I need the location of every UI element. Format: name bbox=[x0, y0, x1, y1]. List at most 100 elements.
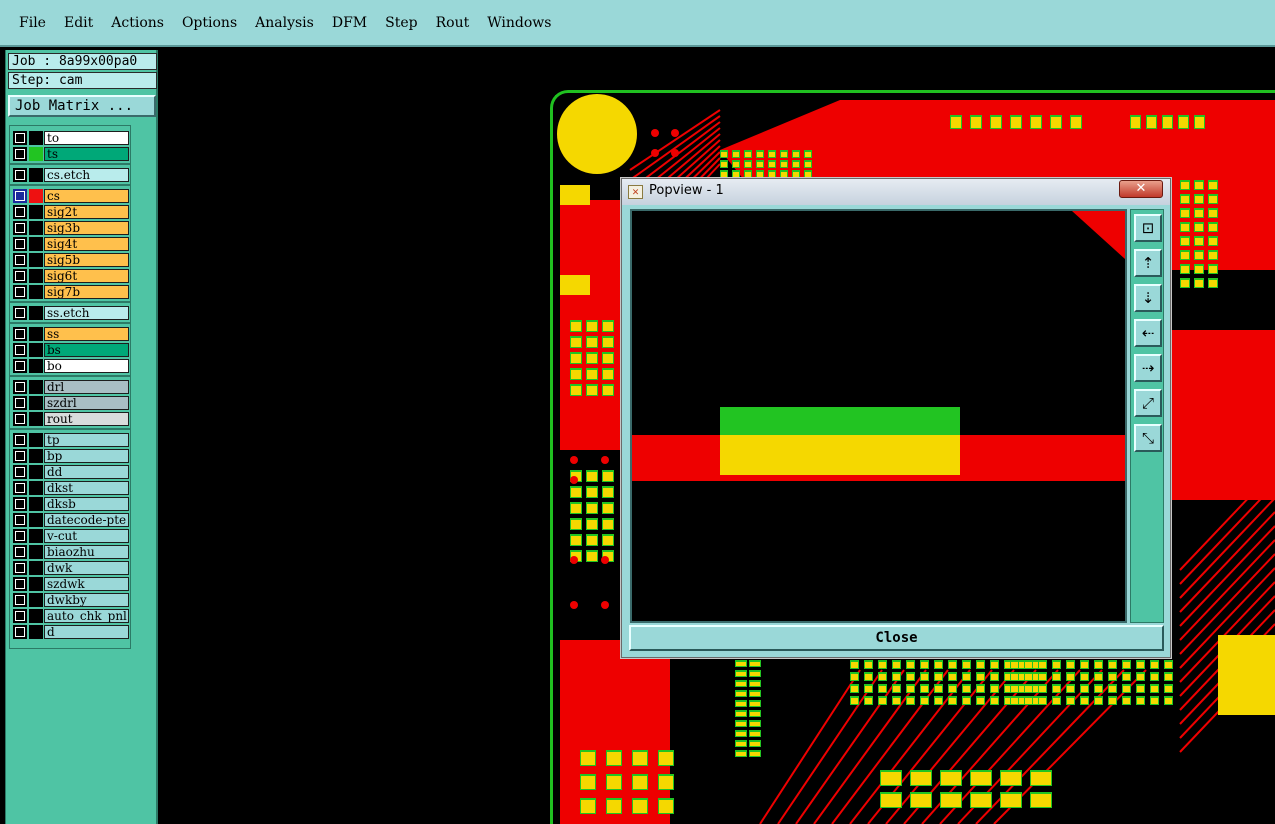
layer-color-swatch[interactable] bbox=[29, 189, 43, 203]
layer-name[interactable]: ss bbox=[44, 327, 129, 341]
pan-up-button[interactable]: ⇡ bbox=[1134, 249, 1162, 277]
layer-row-ss.etch[interactable]: ss.etch bbox=[13, 306, 129, 320]
layer-row-bo[interactable]: bo bbox=[13, 359, 129, 373]
layer-checkbox[interactable] bbox=[13, 343, 27, 357]
layer-color-swatch[interactable] bbox=[29, 237, 43, 251]
zoom-window-button[interactable]: ⊡ bbox=[1134, 214, 1162, 242]
menu-analysis[interactable]: Analysis bbox=[246, 15, 323, 31]
layer-color-swatch[interactable] bbox=[29, 481, 43, 495]
layer-name[interactable]: bs bbox=[44, 343, 129, 357]
layer-name[interactable]: drl bbox=[44, 380, 129, 394]
layer-name[interactable]: sig2t bbox=[44, 205, 129, 219]
layer-checkbox[interactable] bbox=[13, 189, 27, 203]
layer-color-swatch[interactable] bbox=[29, 449, 43, 463]
layer-checkbox[interactable] bbox=[13, 237, 27, 251]
layer-name[interactable]: dksb bbox=[44, 497, 129, 511]
layer-row-bs[interactable]: bs bbox=[13, 343, 129, 357]
layer-checkbox[interactable] bbox=[13, 412, 27, 426]
layer-row-dksb[interactable]: dksb bbox=[13, 497, 129, 511]
layer-row-cs.etch[interactable]: cs.etch bbox=[13, 168, 129, 182]
zoom-out-button[interactable]: ⤡ bbox=[1134, 424, 1162, 452]
layer-row-sig7b[interactable]: sig7b bbox=[13, 285, 129, 299]
layer-color-swatch[interactable] bbox=[29, 205, 43, 219]
layer-row-datecode-pte[interactable]: datecode-pte bbox=[13, 513, 129, 527]
layer-checkbox[interactable] bbox=[13, 449, 27, 463]
layer-color-swatch[interactable] bbox=[29, 433, 43, 447]
layer-name[interactable]: dwk bbox=[44, 561, 129, 575]
menu-file[interactable]: File bbox=[10, 15, 55, 31]
layer-color-swatch[interactable] bbox=[29, 327, 43, 341]
layer-color-swatch[interactable] bbox=[29, 513, 43, 527]
layer-row-sig5b[interactable]: sig5b bbox=[13, 253, 129, 267]
layer-row-dwk[interactable]: dwk bbox=[13, 561, 129, 575]
menu-actions[interactable]: Actions bbox=[102, 15, 173, 31]
layer-row-szdrl[interactable]: szdrl bbox=[13, 396, 129, 410]
layer-checkbox[interactable] bbox=[13, 593, 27, 607]
layer-name[interactable]: cs bbox=[44, 189, 129, 203]
layer-checkbox[interactable] bbox=[13, 285, 27, 299]
layer-row-biaozhu[interactable]: biaozhu bbox=[13, 545, 129, 559]
layer-row-tp[interactable]: tp bbox=[13, 433, 129, 447]
layer-color-swatch[interactable] bbox=[29, 131, 43, 145]
layer-color-swatch[interactable] bbox=[29, 497, 43, 511]
layer-checkbox[interactable] bbox=[13, 269, 27, 283]
layer-color-swatch[interactable] bbox=[29, 561, 43, 575]
layer-row-sig4t[interactable]: sig4t bbox=[13, 237, 129, 251]
layer-color-swatch[interactable] bbox=[29, 465, 43, 479]
menu-options[interactable]: Options bbox=[173, 15, 246, 31]
layer-name[interactable]: szdrl bbox=[44, 396, 129, 410]
layer-name[interactable]: sig4t bbox=[44, 237, 129, 251]
layer-color-swatch[interactable] bbox=[29, 625, 43, 639]
pan-right-button[interactable]: ⇢ bbox=[1134, 354, 1162, 382]
pan-left-button[interactable]: ⇠ bbox=[1134, 319, 1162, 347]
layer-name[interactable]: dwkby bbox=[44, 593, 129, 607]
layer-row-v-cut[interactable]: v-cut bbox=[13, 529, 129, 543]
layer-row-auto_chk_pnl[interactable]: auto_chk_pnl bbox=[13, 609, 129, 623]
layer-color-swatch[interactable] bbox=[29, 380, 43, 394]
pan-down-button[interactable]: ⇣ bbox=[1134, 284, 1162, 312]
layer-color-swatch[interactable] bbox=[29, 609, 43, 623]
layer-name[interactable]: to bbox=[44, 131, 129, 145]
popview-viewport[interactable] bbox=[630, 209, 1127, 623]
layer-row-bp[interactable]: bp bbox=[13, 449, 129, 463]
layer-checkbox[interactable] bbox=[13, 609, 27, 623]
layer-name[interactable]: ts bbox=[44, 147, 129, 161]
menu-step[interactable]: Step bbox=[376, 15, 426, 31]
layer-checkbox[interactable] bbox=[13, 396, 27, 410]
layer-checkbox[interactable] bbox=[13, 147, 27, 161]
layer-checkbox[interactable] bbox=[13, 380, 27, 394]
job-matrix-button[interactable]: Job Matrix ... bbox=[8, 95, 156, 117]
layer-row-sig2t[interactable]: sig2t bbox=[13, 205, 129, 219]
layer-checkbox[interactable] bbox=[13, 221, 27, 235]
layer-row-dkst[interactable]: dkst bbox=[13, 481, 129, 495]
layer-checkbox[interactable] bbox=[13, 327, 27, 341]
layer-color-swatch[interactable] bbox=[29, 306, 43, 320]
menu-dfm[interactable]: DFM bbox=[323, 15, 376, 31]
layer-row-ss[interactable]: ss bbox=[13, 327, 129, 341]
layer-color-swatch[interactable] bbox=[29, 168, 43, 182]
layer-row-rout[interactable]: rout bbox=[13, 412, 129, 426]
layer-name[interactable]: sig3b bbox=[44, 221, 129, 235]
layer-name[interactable]: datecode-pte bbox=[44, 513, 129, 527]
layer-name[interactable]: rout bbox=[44, 412, 129, 426]
layer-row-to[interactable]: to bbox=[13, 131, 129, 145]
menu-edit[interactable]: Edit bbox=[55, 15, 102, 31]
layer-name[interactable]: d bbox=[44, 625, 129, 639]
layer-color-swatch[interactable] bbox=[29, 285, 43, 299]
layer-row-szdwk[interactable]: szdwk bbox=[13, 577, 129, 591]
layer-checkbox[interactable] bbox=[13, 481, 27, 495]
layer-row-dd[interactable]: dd bbox=[13, 465, 129, 479]
layer-name[interactable]: szdwk bbox=[44, 577, 129, 591]
layer-row-ts[interactable]: ts bbox=[13, 147, 129, 161]
layer-checkbox[interactable] bbox=[13, 513, 27, 527]
layer-name[interactable]: tp bbox=[44, 433, 129, 447]
layer-name[interactable]: bo bbox=[44, 359, 129, 373]
layer-checkbox[interactable] bbox=[13, 168, 27, 182]
zoom-in-button[interactable]: ⤢ bbox=[1134, 389, 1162, 417]
layer-name[interactable]: dd bbox=[44, 465, 129, 479]
layer-color-swatch[interactable] bbox=[29, 529, 43, 543]
layer-checkbox[interactable] bbox=[13, 529, 27, 543]
layer-checkbox[interactable] bbox=[13, 131, 27, 145]
layer-row-sig3b[interactable]: sig3b bbox=[13, 221, 129, 235]
layer-checkbox[interactable] bbox=[13, 359, 27, 373]
